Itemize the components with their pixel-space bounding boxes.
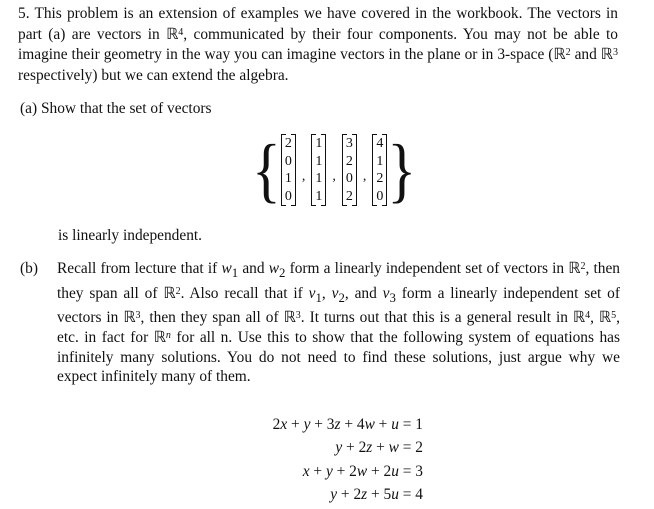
part-b: (b) Recall from lecture that if w1 and w… bbox=[20, 259, 620, 387]
part-a-label: (a) bbox=[20, 100, 38, 117]
comma: , bbox=[332, 169, 336, 184]
part-a-conclusion: is linearly independent. bbox=[58, 227, 203, 244]
column-vector: 2010 bbox=[280, 134, 296, 206]
column-vector: 1111 bbox=[311, 134, 327, 206]
intro-text: This problem is an extension of examples… bbox=[18, 5, 619, 84]
equation: y + 2z + 5u = 4 bbox=[330, 485, 423, 503]
column-vector: 4120 bbox=[372, 134, 388, 206]
comma: , bbox=[362, 169, 367, 184]
comma: , bbox=[301, 169, 306, 184]
vector-set: { 2010, 1111, 3202, 4120 } bbox=[252, 130, 416, 210]
part-a-prompt: Show that the set of vectors bbox=[40, 100, 212, 117]
right-brace: } bbox=[387, 130, 417, 210]
part-b-text: Recall from lecture that if w1 and w2 fo… bbox=[57, 260, 621, 386]
problem-number: 5. bbox=[18, 5, 30, 22]
part-b-label: (b) bbox=[20, 260, 38, 277]
equation-system: 2x + y + 3z + 4w + u = 1 y + 2z + w = 2 x … bbox=[240, 413, 423, 506]
problem-intro: 5. This problem is an extension of examp… bbox=[18, 4, 618, 86]
equation: 2x + y + 3z + 4w + u = 1 bbox=[272, 416, 423, 433]
part-a-heading: (a) Show that the set of vectors bbox=[20, 100, 212, 118]
left-brace: { bbox=[252, 130, 281, 210]
column-vector: 3202 bbox=[341, 134, 357, 206]
equation: x + y + 2w + 2u = 3 bbox=[302, 462, 423, 480]
equation: y + 2z + w = 2 bbox=[335, 439, 423, 457]
